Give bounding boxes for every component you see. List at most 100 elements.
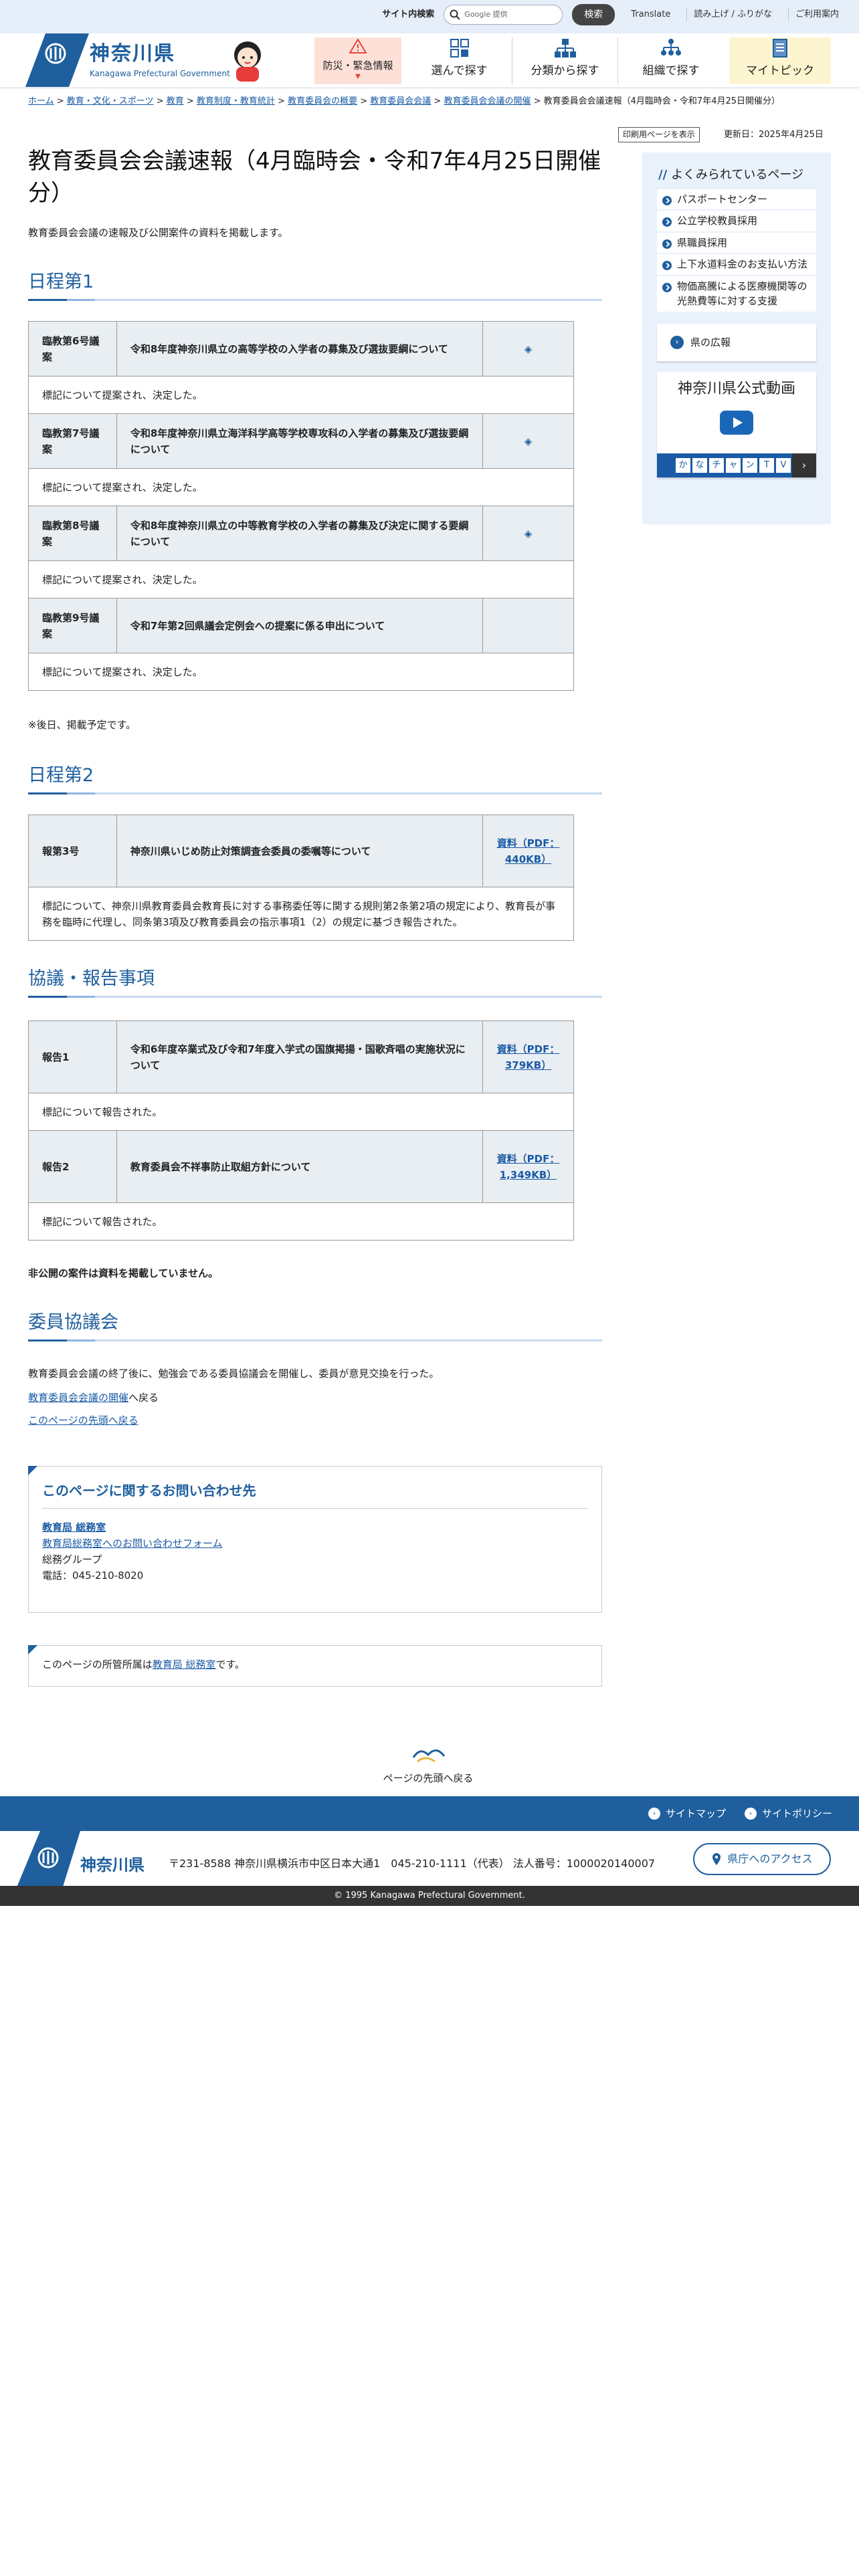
item-title: 令和6年度卒業式及び令和7年度入学式の国旗掲揚・国歌斉唱の実施状況について bbox=[116, 1021, 484, 1093]
public-relations-banner[interactable]: › 県の広報 bbox=[657, 323, 816, 361]
list-item[interactable]: 公立学校教員採用 bbox=[657, 211, 816, 233]
footnote: ※後日、掲載予定です。 bbox=[28, 719, 136, 731]
mascot-icon bbox=[224, 37, 271, 89]
footer-address: 〒231-8588 神奈川県横浜市中区日本大通1 045-210-1111（代表… bbox=[169, 1857, 656, 1870]
popular-list: パスポートセンター 公立学校教員採用 県職員採用 上下水道料金のお支払い方法 物… bbox=[657, 189, 816, 313]
table-row: 標記について報告された。 bbox=[28, 1093, 574, 1131]
access-button[interactable]: 県庁へのアクセス bbox=[693, 1843, 831, 1875]
page-top-link[interactable]: このページの先頭へ戻る bbox=[28, 1414, 138, 1426]
sidebar: // よくみられているページ パスポートセンター 公立学校教員採用 県職員採用 … bbox=[642, 152, 831, 524]
table-row: 標記について提案され、決定した。 bbox=[28, 376, 574, 414]
item-note: 標記について提案され、決定した。 bbox=[28, 468, 574, 506]
breadcrumb-link[interactable]: 教育委員会会議 bbox=[370, 96, 431, 106]
breadcrumb-link[interactable]: ホーム bbox=[28, 96, 54, 106]
global-nav: 防災・緊急情報 ▼ 選んで探す 分類から探す 組織で探す マイトピック bbox=[314, 37, 831, 84]
breadcrumb: ホーム > 教育・文化・スポーツ > 教育 > 教育制度・教育統計 > 教育委員… bbox=[28, 96, 781, 106]
map-pin-icon bbox=[712, 1853, 721, 1865]
copyright: © 1995 Kanagawa Prefectural Government. bbox=[0, 1886, 859, 1906]
list-item[interactable]: 物価高騰による医療機関等の光熱費等に対する支援 bbox=[657, 276, 816, 313]
item-title: 教育委員会不祥事防止取組方針について bbox=[116, 1130, 484, 1203]
owner-dept-link[interactable]: 教育局 総務室 bbox=[153, 1658, 216, 1671]
nav-emergency[interactable]: 防災・緊急情報 ▼ bbox=[314, 37, 401, 84]
item-number: 臨教第8号議案 bbox=[28, 506, 117, 561]
item-note: 標記について提案され、決定した。 bbox=[28, 376, 574, 414]
contact-form-link[interactable]: 教育局総務室へのお問い合わせフォーム bbox=[42, 1537, 223, 1549]
nav-choose-label: 選んで探す bbox=[431, 64, 488, 78]
updated-date: 更新日：2025年4月25日 bbox=[724, 130, 824, 140]
print-button[interactable]: 印刷用ページを表示 bbox=[618, 127, 700, 143]
official-video-banner[interactable]: 神奈川県公式動画 かなチャンTV › bbox=[657, 371, 816, 477]
item-number: 臨教第9号議案 bbox=[28, 598, 117, 653]
pdf-link[interactable]: 資料（PDF：379KB） bbox=[497, 1043, 560, 1071]
site-policy-link[interactable]: › サイトポリシー bbox=[744, 1806, 832, 1822]
table-row: 臨教第8号議案 令和8年度神奈川県立の中等教育学校の入学者の募集及び決定に関する… bbox=[28, 506, 574, 561]
item-title: 神奈川県いじめ防止対策調査会委員の委嘱等について bbox=[116, 815, 484, 887]
document-cell bbox=[482, 598, 574, 653]
breadcrumb-current: 教育委員会会議速報（4月臨時会・令和7年4月25日開催分） bbox=[543, 96, 781, 106]
video-title: 神奈川県公式動画 bbox=[677, 380, 795, 397]
play-icon bbox=[720, 410, 753, 435]
chevron-right-icon: › bbox=[670, 335, 684, 349]
list-item[interactable]: パスポートセンター bbox=[657, 189, 816, 211]
item-title: 令和7年第2回県議会定例会への提案に係る申出について bbox=[116, 598, 484, 653]
item-number: 報告1 bbox=[28, 1021, 117, 1093]
read-aloud-link[interactable]: 読み上げ / ふりがな bbox=[686, 7, 779, 22]
back-link[interactable]: 教育委員会会議の開催 bbox=[28, 1392, 128, 1404]
item-note: 標記について、神奈川県教育委員会教育長に対する事務委任等に関する規則第2条第2項… bbox=[28, 887, 574, 941]
table-row: 報第3号 神奈川県いじめ防止対策調査会委員の委嘱等について 資料（PDF：440… bbox=[28, 815, 574, 887]
chevron-right-icon: › bbox=[648, 1808, 660, 1820]
nav-organization-label: 組織で探す bbox=[642, 64, 700, 78]
search-label: サイト内検索 bbox=[382, 9, 435, 19]
guide-link[interactable]: ご利用案内 bbox=[787, 7, 846, 22]
section-heading-3: 協議・報告事項 bbox=[28, 964, 602, 998]
agenda-table-3: 報告1 令和6年度卒業式及び令和7年度入学式の国旗掲揚・国歌斉唱の実施状況につい… bbox=[28, 1021, 574, 1241]
nav-choose[interactable]: 選んで探す bbox=[407, 37, 512, 84]
footnote: 非公開の案件は資料を掲載していません。 bbox=[28, 1267, 219, 1279]
grid-icon bbox=[450, 38, 469, 58]
page-top-button[interactable]: ページの先頭へ戻る bbox=[375, 1741, 482, 1786]
table-row: 臨教第6号議案 令和8年度神奈川県立の高等学校の入学者の募集及び選抜要綱について… bbox=[28, 321, 574, 377]
utility-bar: サイト内検索 Google 提供 検索 Translate 読み上げ / ふりが… bbox=[0, 0, 859, 33]
list-item[interactable]: 県職員採用 bbox=[657, 233, 816, 255]
lead-text: 教育委員会会議の速報及び公開案件の資料を掲載します。 bbox=[28, 227, 288, 239]
sitemap-link[interactable]: › サイトマップ bbox=[648, 1806, 726, 1822]
page-title: 教育委員会会議速報（4月臨時会・令和7年4月25日開催分） bbox=[28, 148, 601, 207]
search-button[interactable]: 検索 bbox=[572, 4, 615, 25]
table-row: 標記について提案され、決定した。 bbox=[28, 560, 574, 599]
agenda-table-2: 報第3号 神奈川県いじめ防止対策調査会委員の委嘱等について 資料（PDF：440… bbox=[28, 815, 574, 941]
item-note: 標記について提案され、決定した。 bbox=[28, 653, 574, 691]
table-row: 標記について、神奈川県教育委員会教育長に対する事務委任等に関する規則第2条第2項… bbox=[28, 887, 574, 941]
nav-category-label: 分類から探す bbox=[531, 64, 599, 78]
site-logo[interactable]: 神奈川県 Kanagawa Prefectural Government bbox=[25, 33, 230, 87]
item-note: 標記について報告された。 bbox=[28, 1202, 574, 1241]
chevron-right-icon: › bbox=[744, 1808, 757, 1820]
document-icon: ◈ bbox=[482, 321, 574, 377]
breadcrumb-link[interactable]: 教育委員会会議の開催 bbox=[444, 96, 531, 106]
committee-text: 教育委員会会議の終了後に、勉強会である委員協議会を開催し、委員が意見交換を行った… bbox=[28, 1368, 440, 1380]
item-title: 令和8年度神奈川県立の中等教育学校の入学者の募集及び決定に関する要綱について bbox=[116, 506, 484, 561]
breadcrumb-link[interactable]: 教育・文化・スポーツ bbox=[67, 96, 154, 106]
table-row: 標記について提案され、決定した。 bbox=[28, 468, 574, 506]
footer-pref-name: 神奈川県 bbox=[80, 1856, 145, 1874]
item-number: 臨教第6号議案 bbox=[28, 321, 117, 377]
translate-link[interactable]: Translate bbox=[624, 8, 677, 22]
nav-category[interactable]: 分類から探す bbox=[512, 37, 618, 84]
section-heading-1: 日程第1 bbox=[28, 267, 602, 302]
pref-name-en: Kanagawa Prefectural Government bbox=[90, 69, 230, 78]
nav-mytopic[interactable]: マイトピック bbox=[729, 37, 831, 84]
pdf-link[interactable]: 資料（PDF：440KB） bbox=[497, 837, 560, 865]
item-note: 標記について報告された。 bbox=[28, 1093, 574, 1131]
section-heading-2: 日程第2 bbox=[28, 761, 602, 795]
section-heading-4: 委員協議会 bbox=[28, 1308, 602, 1342]
contact-dept-link[interactable]: 教育局 総務室 bbox=[42, 1521, 106, 1533]
nav-organization[interactable]: 組織で探す bbox=[618, 37, 724, 84]
item-number: 報告2 bbox=[28, 1130, 117, 1203]
breadcrumb-link[interactable]: 教育制度・教育統計 bbox=[197, 96, 275, 106]
search-input[interactable]: Google 提供 bbox=[444, 5, 563, 25]
list-item[interactable]: 上下水道料金のお支払い方法 bbox=[657, 254, 816, 276]
breadcrumb-link[interactable]: 教育 bbox=[167, 96, 184, 106]
nav-mytopic-label: マイトピック bbox=[746, 64, 814, 78]
pdf-link[interactable]: 資料（PDF：1,349KB） bbox=[497, 1153, 560, 1181]
breadcrumb-link[interactable]: 教育委員会の概要 bbox=[288, 96, 357, 106]
pref-emblem-icon bbox=[25, 33, 89, 87]
